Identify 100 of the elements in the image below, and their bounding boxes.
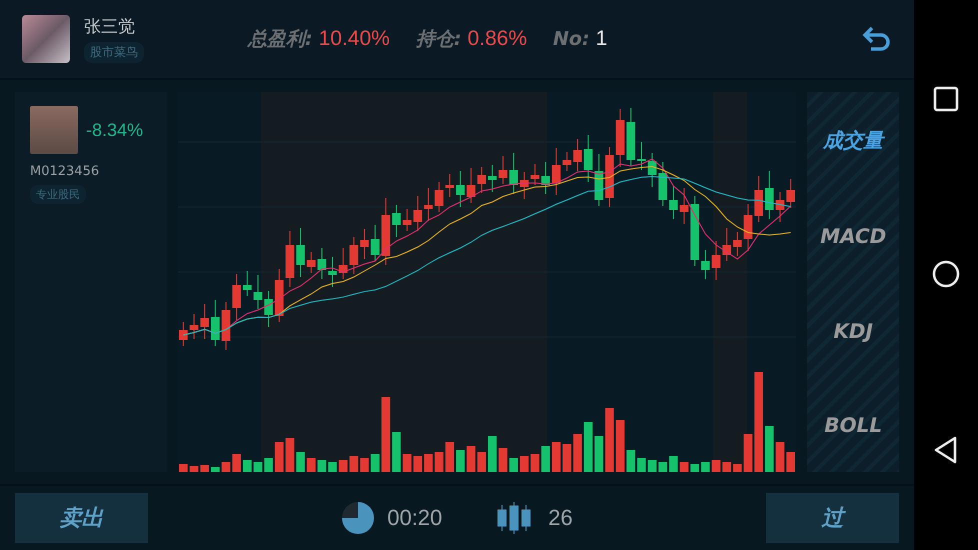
stat-value: 10.40% [318, 27, 390, 51]
volume-bar [680, 462, 689, 472]
candlestick [371, 224, 380, 262]
candlestick [318, 248, 327, 280]
candlestick [658, 162, 668, 206]
home-icon[interactable] [932, 260, 960, 288]
stock-change: -8.34% [86, 120, 144, 140]
volume-bar [360, 458, 370, 472]
candlestick [606, 146, 614, 208]
sell-button[interactable]: 卖出 [15, 493, 148, 543]
candlestick [222, 302, 231, 350]
candlestick [275, 268, 284, 322]
candlestick [574, 138, 582, 172]
volume-bar [478, 452, 486, 472]
candlestick [594, 154, 604, 206]
volume-bar [435, 452, 444, 472]
volume-bar [211, 467, 220, 472]
volume-bar [744, 434, 753, 472]
volume-bar [712, 460, 721, 472]
volume-bar [648, 460, 657, 472]
volume-bar [552, 442, 561, 472]
candlestick [243, 270, 252, 296]
candlestick [552, 148, 561, 196]
volume-bar [350, 456, 359, 472]
volume-bar [446, 442, 454, 472]
candlestick [734, 232, 742, 256]
volume-bar [765, 426, 774, 472]
user-name: 张三觉 [84, 16, 136, 38]
volume-bar [670, 456, 678, 472]
candlestick [754, 176, 764, 222]
volume-bar [722, 462, 732, 472]
volume-bar [200, 465, 210, 472]
volume-bar [179, 464, 188, 472]
candlestick [776, 192, 785, 222]
volume-bar [264, 458, 274, 472]
volume-bar [296, 452, 306, 472]
candlestick [712, 240, 721, 280]
candlestick [200, 304, 210, 340]
candlestick [531, 164, 540, 186]
indicator-tab[interactable]: MACD [816, 220, 890, 252]
candlestick [350, 236, 359, 274]
candlestick [786, 178, 796, 208]
candlestick [360, 228, 370, 260]
candlestick [339, 248, 348, 280]
volume-bar [403, 454, 412, 472]
volume-bar [531, 454, 540, 472]
candlestick [765, 170, 774, 220]
volume-bar [243, 460, 252, 472]
candlestick [702, 250, 710, 280]
candlestick [510, 152, 518, 194]
indicator-tab[interactable]: 成交量 [819, 123, 888, 158]
stat-value: 1 [596, 27, 608, 51]
volume-bar [371, 454, 380, 472]
volume-bar [658, 462, 668, 472]
timer-pie-icon [341, 501, 376, 535]
photo-placeholder [30, 106, 78, 154]
stat-label: 总盈利: [248, 27, 313, 52]
volume-bar [574, 434, 582, 472]
volume-bar [638, 458, 646, 472]
back-icon[interactable] [933, 436, 959, 464]
timer-text: 00:20 [387, 505, 442, 531]
candlestick [690, 196, 700, 266]
candlestick [456, 170, 466, 208]
candlestick [520, 172, 530, 200]
volume-bar [542, 446, 550, 472]
stock-badge: 专业股民 [30, 185, 86, 204]
candlestick [648, 152, 657, 188]
volume-bar [190, 466, 199, 472]
candlestick [488, 164, 498, 192]
candlestick [626, 108, 636, 166]
indicator-tab[interactable]: BOLL [820, 408, 886, 441]
candlestick [478, 166, 486, 194]
volume-bar [222, 462, 231, 472]
candlestick [499, 156, 508, 184]
back-arrow-icon[interactable] [862, 25, 892, 53]
volume-bar [563, 444, 572, 472]
volume-bar [584, 422, 593, 472]
candlestick [722, 228, 732, 262]
candlestick [179, 322, 188, 346]
stock-code: M0123456 [30, 164, 100, 179]
indicator-tab[interactable]: KDJ [829, 314, 877, 347]
candlestick [403, 208, 412, 232]
candlestick [392, 204, 402, 238]
pass-button[interactable]: 过 [766, 493, 899, 543]
stat-label: 持仓: [416, 27, 462, 52]
volume-bar [488, 436, 498, 472]
volume-bar [510, 458, 518, 472]
volume-bar [734, 464, 742, 472]
recent-apps-icon[interactable] [933, 86, 959, 112]
volume-bar [499, 448, 508, 472]
candlestick [563, 152, 572, 172]
candlestick [446, 174, 454, 198]
volume-bar [606, 408, 614, 472]
volume-bar [594, 436, 604, 472]
candlestick [414, 196, 422, 232]
volume-bar [626, 450, 636, 472]
candle-count: 26 [548, 505, 573, 531]
candlestick [467, 168, 476, 204]
volume-bar [786, 452, 796, 472]
volume-bar [286, 438, 295, 472]
